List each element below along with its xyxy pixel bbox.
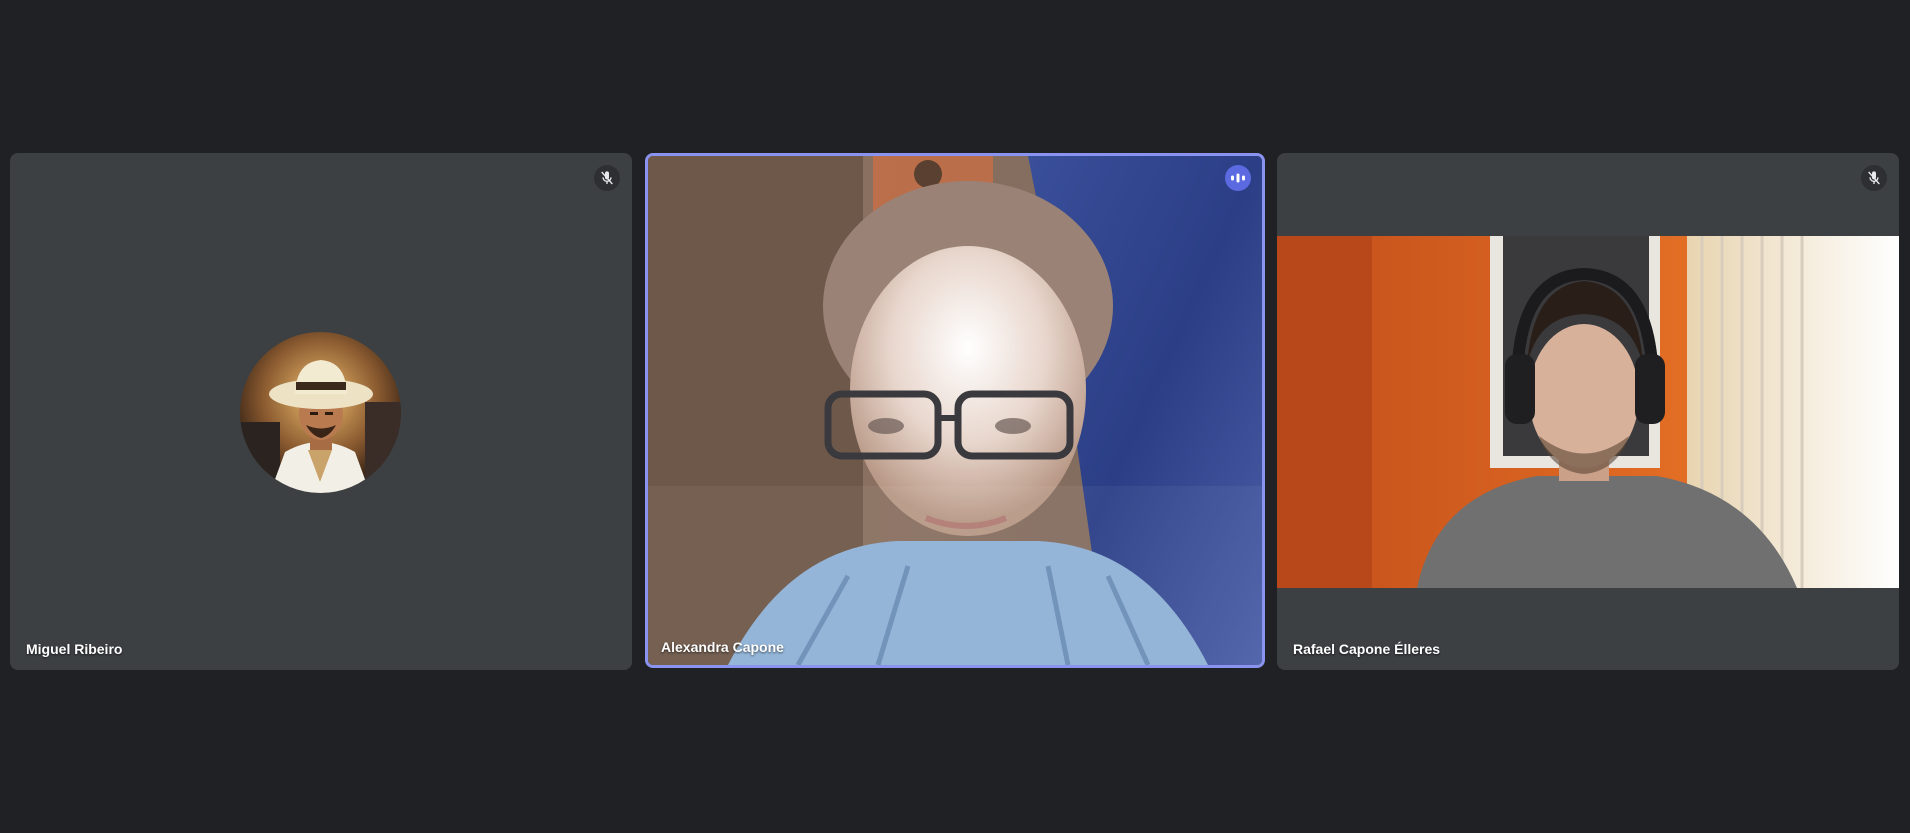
video-feed xyxy=(648,156,1262,665)
participant-name: Rafael Capone Élleres xyxy=(1293,641,1441,657)
participant-name: Miguel Ribeiro xyxy=(26,641,123,657)
participant-tile-alexandra-capone[interactable]: Alexandra Capone xyxy=(645,153,1265,668)
participant-name: Alexandra Capone xyxy=(661,639,784,655)
participant-tile-miguel-ribeiro[interactable]: Miguel Ribeiro xyxy=(10,153,632,670)
mic-off-icon xyxy=(1861,165,1887,191)
video-feed xyxy=(1277,236,1899,588)
speaking-indicator-icon xyxy=(1225,165,1251,191)
participant-tile-rafael-capone-elleres[interactable]: Rafael Capone Élleres xyxy=(1277,153,1899,670)
mic-off-icon xyxy=(594,165,620,191)
avatar xyxy=(240,332,401,493)
meeting-stage: Miguel Ribeiro Alexandra Capone Rafael C… xyxy=(0,0,1910,833)
